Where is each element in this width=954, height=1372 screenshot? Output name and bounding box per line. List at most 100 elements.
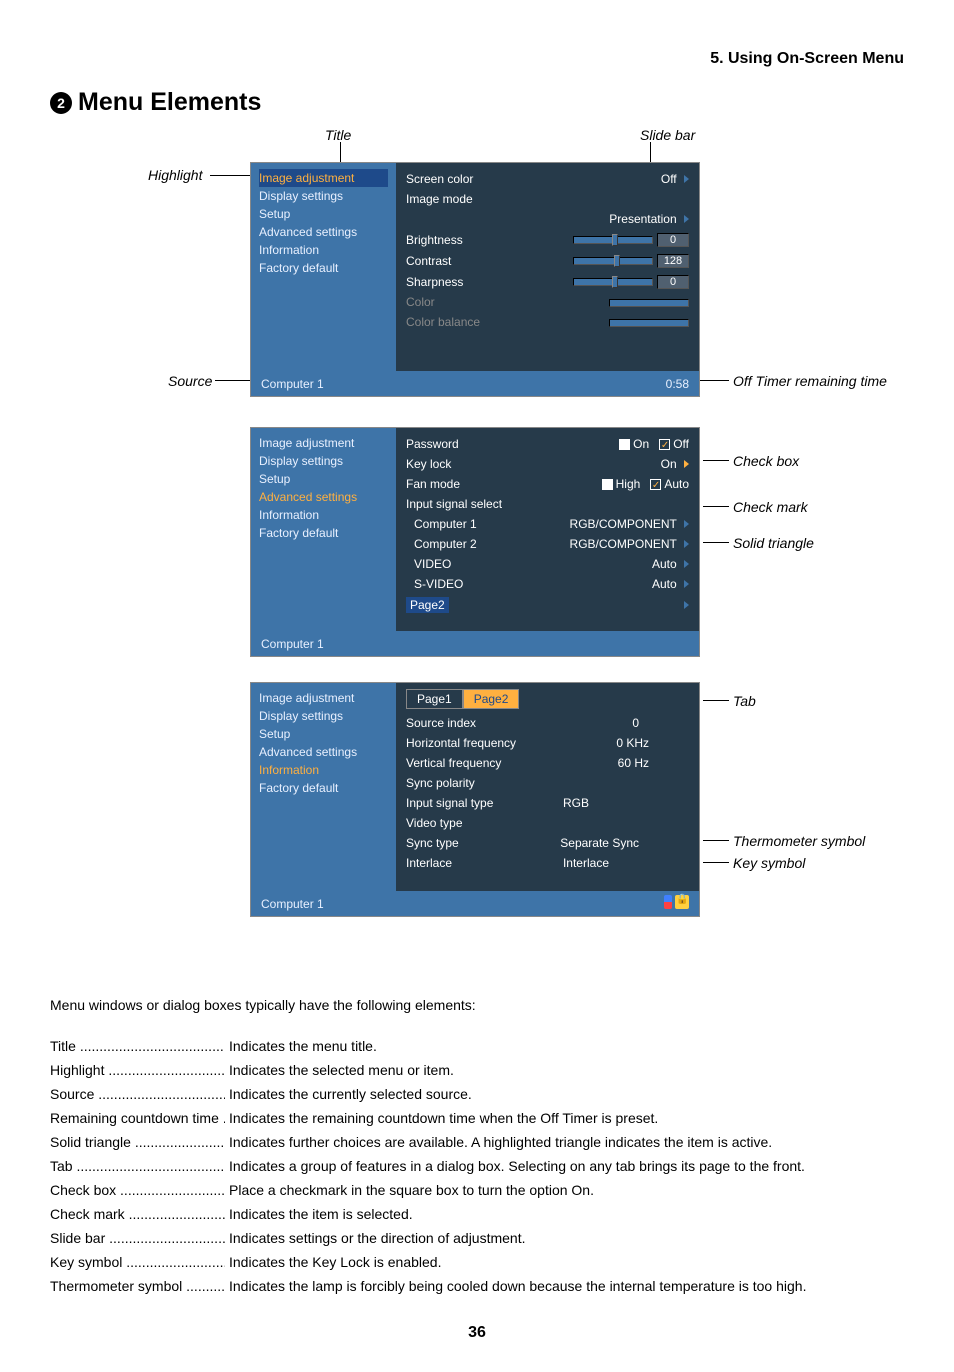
row-label: Horizontal frequency <box>406 736 516 750</box>
diagram-area: Title Slide bar Highlight Source Off Tim… <box>50 127 904 977</box>
sidebar-item[interactable]: Display settings <box>259 707 388 725</box>
sidebar-item[interactable]: Setup <box>259 470 388 488</box>
sidebar-item[interactable]: Factory default <box>259 779 388 797</box>
def-row: Slide bar ..............................… <box>50 1230 904 1246</box>
def-desc: Place a checkmark in the square box to t… <box>225 1182 904 1198</box>
row-value[interactable]: RGB/COMPONENT <box>570 517 689 531</box>
def-term: Slide bar ..............................… <box>50 1230 225 1246</box>
status-source: Computer 1 <box>261 897 324 911</box>
menu-image-adjustment: Image adjustment Display settings Setup … <box>250 162 700 397</box>
sidebar-item[interactable]: Information <box>259 761 388 779</box>
def-desc: Indicates the Key Lock is enabled. <box>225 1254 904 1270</box>
def-row: Thermometer symbol ...............Indica… <box>50 1278 904 1294</box>
callout-check-box: Check box <box>733 453 799 469</box>
def-desc: Indicates the lamp is forcibly being coo… <box>225 1278 904 1294</box>
menu1-sidebar: Image adjustment Display settings Setup … <box>251 163 396 396</box>
menu2-content: PasswordOn Off Key lockOn Fan modeHigh A… <box>396 428 699 631</box>
def-desc: Indicates the menu title. <box>225 1038 904 1054</box>
row-label[interactable]: Page2 <box>406 597 449 613</box>
slider-control[interactable]: 0 <box>573 232 689 247</box>
menu3-sidebar: Image adjustment Display settings Setup … <box>251 683 396 916</box>
sidebar-item[interactable]: Advanced settings <box>259 743 388 761</box>
row-value[interactable]: RGB/COMPONENT <box>570 537 689 551</box>
row-label: Fan mode <box>406 477 460 491</box>
def-desc: Indicates the remaining countdown time w… <box>225 1110 904 1126</box>
checkbox-icon[interactable] <box>659 439 670 450</box>
sidebar-item[interactable]: Image adjustment <box>259 169 388 187</box>
def-term: Source .................................… <box>50 1086 225 1102</box>
menu2-sidebar: Image adjustment Display settings Setup … <box>251 428 396 656</box>
slider-control[interactable]: 128 <box>573 253 689 268</box>
def-term: Tab ....................................… <box>50 1158 225 1174</box>
row-label: Image mode <box>406 192 473 206</box>
sidebar-item[interactable]: Setup <box>259 725 388 743</box>
page-number: 36 <box>50 1324 904 1342</box>
def-row: Check mark .............................… <box>50 1206 904 1222</box>
callout-tab: Tab <box>733 693 756 709</box>
row-label: Vertical frequency <box>406 756 501 770</box>
row-label: Password <box>406 437 459 451</box>
sidebar-item[interactable]: Advanced settings <box>259 488 388 506</box>
row-value: 60 Hz <box>618 756 689 770</box>
row-value[interactable]: On <box>661 457 689 471</box>
checkbox-icon[interactable] <box>619 439 630 450</box>
sidebar-item[interactable]: Setup <box>259 205 388 223</box>
def-desc: Indicates the selected menu or item. <box>225 1062 904 1078</box>
sidebar-item[interactable]: Image adjustment <box>259 434 388 452</box>
triangle-icon <box>684 540 689 548</box>
callout-source: Source <box>168 373 212 389</box>
tab-page1[interactable]: Page1 <box>406 689 463 709</box>
row-label: Sync type <box>406 836 459 850</box>
row-label: Key lock <box>406 457 451 471</box>
row-label: Computer 2 <box>406 537 477 551</box>
intro-paragraph: Menu windows or dialog boxes typically h… <box>50 997 904 1013</box>
menu-advanced-settings: Image adjustment Display settings Setup … <box>250 427 700 657</box>
status-source: Computer 1 <box>261 377 324 391</box>
status-source: Computer 1 <box>261 637 324 651</box>
callout-title: Title <box>325 127 351 143</box>
sidebar-item[interactable]: Information <box>259 241 388 259</box>
status-timer: 0:58 <box>666 377 689 391</box>
menu1-content: Screen colorOff Image mode Presentation … <box>396 163 699 371</box>
def-row: Key symbol .............................… <box>50 1254 904 1270</box>
row-value: 0 <box>632 716 689 730</box>
callout-slide-bar: Slide bar <box>640 127 695 143</box>
def-term: Check mark ............................. <box>50 1206 225 1222</box>
callout-thermometer: Thermometer symbol <box>733 833 865 849</box>
key-lock-icon <box>675 895 689 909</box>
row-label: Input signal type <box>406 796 493 810</box>
sidebar-item[interactable]: Factory default <box>259 524 388 542</box>
def-term: Solid triangle .........................… <box>50 1134 225 1150</box>
row-value[interactable]: Auto <box>652 577 689 591</box>
callout-key-symbol: Key symbol <box>733 855 805 871</box>
thermometer-icon <box>664 895 672 909</box>
slider-control[interactable]: 0 <box>573 274 689 289</box>
row-label: Screen color <box>406 172 473 186</box>
sidebar-item[interactable]: Display settings <box>259 187 388 205</box>
def-desc: Indicates settings or the direction of a… <box>225 1230 904 1246</box>
def-desc: Indicates further choices are available.… <box>225 1134 904 1150</box>
sidebar-item[interactable]: Image adjustment <box>259 689 388 707</box>
sidebar-item[interactable]: Advanced settings <box>259 223 388 241</box>
def-term: Title ..................................… <box>50 1038 225 1054</box>
row-label: VIDEO <box>406 557 451 571</box>
callout-check-mark: Check mark <box>733 499 808 515</box>
row-value[interactable]: Off <box>661 172 689 186</box>
section-number-circle: 2 <box>50 92 72 114</box>
sidebar-item[interactable]: Information <box>259 506 388 524</box>
sidebar-item[interactable]: Display settings <box>259 452 388 470</box>
status-bar: Computer 1 <box>251 631 699 656</box>
checkbox-icon[interactable] <box>650 479 661 490</box>
chapter-header: 5. Using On-Screen Menu <box>50 50 904 68</box>
tab-group: Page1 Page2 <box>406 689 689 709</box>
triangle-icon <box>684 460 689 468</box>
triangle-icon <box>684 560 689 568</box>
checkbox-icon[interactable] <box>602 479 613 490</box>
def-row: Title ..................................… <box>50 1038 904 1054</box>
sidebar-item[interactable]: Factory default <box>259 259 388 277</box>
row-value[interactable]: Presentation <box>609 212 689 226</box>
def-term: Thermometer symbol ............... <box>50 1278 225 1294</box>
row-value[interactable]: Auto <box>652 557 689 571</box>
tab-page2[interactable]: Page2 <box>463 689 520 709</box>
def-row: Source .................................… <box>50 1086 904 1102</box>
